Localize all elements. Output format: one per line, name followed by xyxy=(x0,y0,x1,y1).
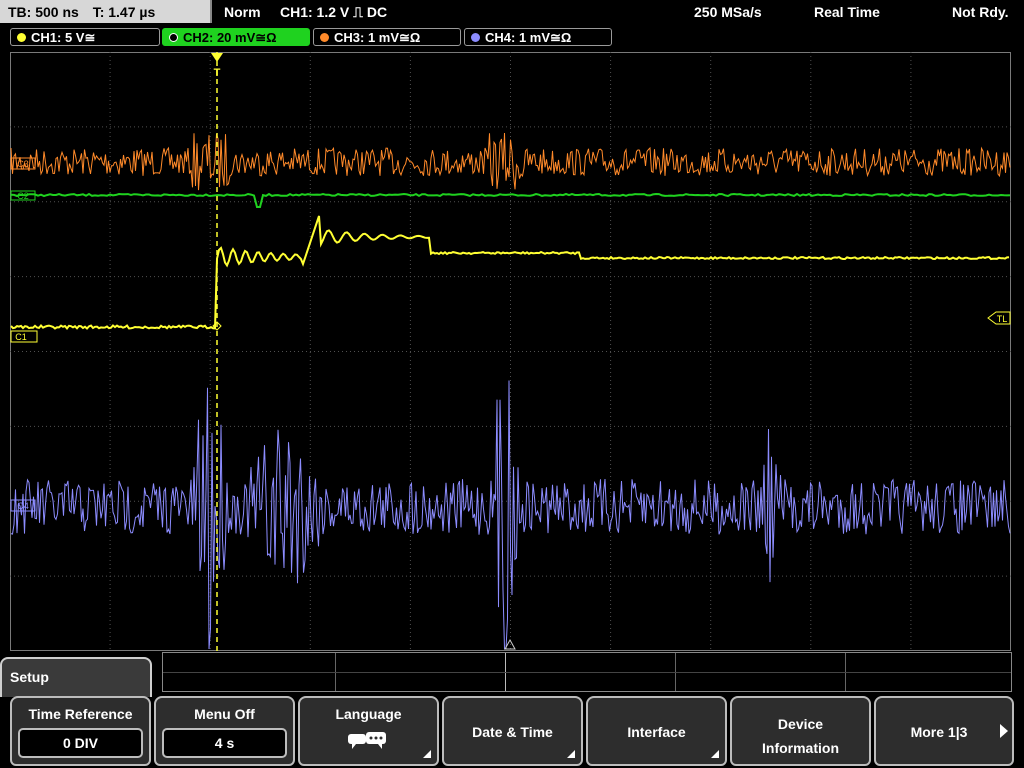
language-softkey[interactable]: Language xyxy=(298,696,439,766)
channel-bar: CH1: 5 V≅ CH2: 20 mV≅Ω CH3: 1 mV≅Ω CH4: … xyxy=(0,26,1024,48)
trigger-info[interactable]: CH1: 1.2 V ⎍ DC xyxy=(280,0,387,24)
submenu-arrow-icon xyxy=(711,750,719,758)
channel-1-label: CH1: 5 V≅ xyxy=(31,30,96,45)
menu-off-softkey[interactable]: Menu Off 4 s xyxy=(154,696,295,766)
channel-4-label: CH4: 1 mV≅Ω xyxy=(485,30,572,45)
channel-1-color-icon xyxy=(17,33,26,42)
trigger-level-label: TL xyxy=(997,314,1008,324)
time-reference-softkey[interactable]: Time Reference 0 DIV xyxy=(10,696,151,766)
channel-3-marker[interactable]: C3 xyxy=(10,157,36,170)
time-reference-label: Time Reference xyxy=(28,706,133,722)
channel-2-tab[interactable]: CH2: 20 mV≅Ω xyxy=(162,28,310,46)
channel-1-marker-label: C1 xyxy=(15,332,27,342)
menu-off-value: 4 s xyxy=(162,728,287,758)
trigger-level-marker[interactable]: TL xyxy=(987,311,1011,325)
channel-4-color-icon xyxy=(471,33,480,42)
trigger-position-label: T xyxy=(214,67,221,79)
channel-4-marker-label: C4 xyxy=(17,501,29,511)
device-information-softkey[interactable]: Device Information xyxy=(730,696,871,766)
menu-title: Setup xyxy=(0,657,152,697)
device-information-label-line1: Device xyxy=(777,716,824,732)
interface-softkey[interactable]: Interface xyxy=(586,696,727,766)
waveform-display[interactable]: T C3 C2 C1 C4 TL xyxy=(10,52,1011,651)
interface-label: Interface xyxy=(627,724,686,740)
acquisition-status: Not Rdy. xyxy=(952,4,1009,20)
acquisition-mode: Real Time xyxy=(814,4,880,20)
device-information-label-line2: Information xyxy=(762,740,839,756)
info-strip xyxy=(162,652,1012,692)
channel-3-color-icon xyxy=(320,33,329,42)
language-speech-icon xyxy=(348,732,386,749)
date-time-softkey[interactable]: Date & Time xyxy=(442,696,583,766)
status-bar: TB: 500 ns T: 1.47 µs Norm CH1: 1.2 V ⎍ … xyxy=(0,0,1024,24)
info-strip-divider xyxy=(163,672,1011,673)
next-page-arrow-icon xyxy=(1000,724,1008,738)
channel-3-label: CH3: 1 mV≅Ω xyxy=(334,30,421,45)
channel-3-marker-label: C3 xyxy=(17,159,29,169)
channel-1-marker[interactable]: C1 xyxy=(10,330,38,343)
channel-1-tab[interactable]: CH1: 5 V≅ xyxy=(10,28,160,46)
trigger-time-value: T: 1.47 µs xyxy=(92,4,156,20)
timebase-value: TB: 500 ns xyxy=(8,4,79,20)
trigger-mode[interactable]: Norm xyxy=(224,0,261,24)
more-label: More 1|3 xyxy=(910,724,968,740)
date-time-label: Date & Time xyxy=(472,724,553,740)
submenu-arrow-icon xyxy=(423,750,431,758)
channel-4-tab[interactable]: CH4: 1 mV≅Ω xyxy=(464,28,612,46)
language-label: Language xyxy=(335,706,402,722)
channel-2-color-icon xyxy=(169,33,178,42)
time-reference-value: 0 DIV xyxy=(18,728,143,758)
channel-3-waveform xyxy=(10,132,1011,191)
sample-rate: 250 MSa/s xyxy=(694,4,762,20)
channel-2-marker-label: C2 xyxy=(17,191,29,201)
channel-2-label: CH2: 20 mV≅Ω xyxy=(183,30,277,45)
menu-off-label: Menu Off xyxy=(194,706,255,722)
channel-3-tab[interactable]: CH3: 1 mV≅Ω xyxy=(313,28,461,46)
submenu-arrow-icon xyxy=(567,750,575,758)
timebase-box[interactable]: TB: 500 ns T: 1.47 µs xyxy=(0,0,212,23)
more-softkey[interactable]: More 1|3 xyxy=(874,696,1014,766)
